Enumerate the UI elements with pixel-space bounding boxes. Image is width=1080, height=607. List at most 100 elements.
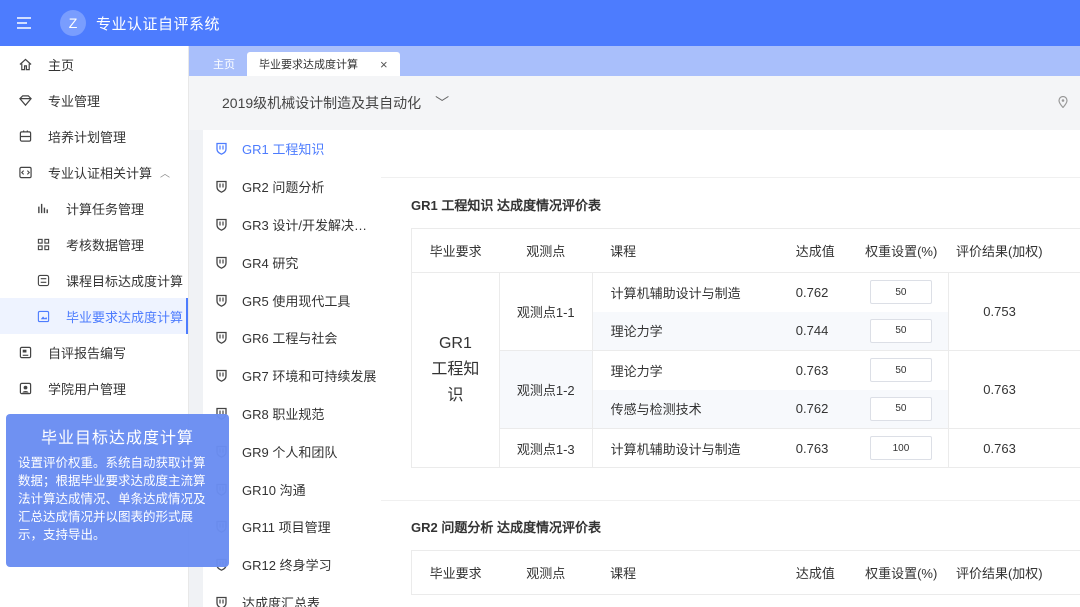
shield-icon bbox=[215, 331, 227, 345]
value-cell: 0.744 bbox=[771, 311, 854, 351]
top-strip bbox=[381, 130, 1080, 178]
weight-cell: 50 bbox=[853, 389, 949, 429]
evaluation-table-gr1: 毕业要求 观测点 课程 达成值 权重设置(%) 评价结果(加权) GR1 工程知… bbox=[411, 228, 1080, 468]
sidebar-item-course-goal-calc[interactable]: 课程目标达成度计算 bbox=[0, 262, 188, 298]
req-line: 工程知 bbox=[431, 361, 480, 378]
sidebar-item-self-report[interactable]: 自评报告编写 bbox=[0, 334, 188, 370]
table-row: GR1 工程知 识 观测点1-1 计算机辅助设计与制造 0.762 50 0.7… bbox=[411, 272, 1080, 468]
sidebar-item-college-users[interactable]: 学院用户管理 bbox=[0, 370, 188, 406]
gr-list-item[interactable]: GR7 环境和可持续发展 bbox=[203, 357, 381, 395]
weight-cell: 100 bbox=[853, 428, 949, 468]
gr-list-item-label: GR3 设计/开发解决… bbox=[242, 217, 367, 233]
bar-chart-icon bbox=[36, 201, 50, 215]
weight-input[interactable]: 50 bbox=[869, 396, 932, 421]
col-header-weight: 权重设置(%) bbox=[853, 228, 949, 273]
weight-input[interactable]: 50 bbox=[869, 358, 932, 383]
main-content: GR1 工程知识 达成度情况评价表 毕业要求 观测点 课程 达成值 权重设置(%… bbox=[381, 130, 1080, 607]
gr-list-item-label: GR11 项目管理 bbox=[242, 520, 331, 536]
result-cell: 0.753 bbox=[948, 272, 1080, 351]
value-cell: 0.762 bbox=[795, 284, 829, 300]
gr-list-item[interactable]: GR12 终身学习 bbox=[203, 546, 381, 584]
sidebar-item-label: 考核数据管理 bbox=[66, 237, 145, 253]
gr-list-item[interactable]: GR2 问题分析 bbox=[203, 168, 381, 206]
shield-icon bbox=[215, 255, 227, 269]
section-title: GR1 工程知识 达成度情况评价表 bbox=[411, 198, 601, 213]
sidebar-item-label: 培养计划管理 bbox=[48, 129, 127, 145]
gr-list-item[interactable]: GR9 个人和团队 bbox=[203, 432, 381, 470]
tab-bar: 主页 毕业要求达成度计算 × bbox=[189, 46, 1080, 76]
weight-input[interactable]: 100 bbox=[869, 436, 932, 460]
gr-list-item-label: GR4 研究 bbox=[242, 255, 299, 271]
gr-list-item-label: GR10 沟通 bbox=[242, 482, 306, 498]
shield-icon bbox=[215, 369, 227, 383]
sidebar-item-label: 课程目标达成度计算 bbox=[66, 273, 184, 289]
col-header-weight: 权重设置(%) bbox=[853, 550, 949, 595]
gr-list-item-label: GR6 工程与社会 bbox=[242, 331, 338, 347]
req-line: GR1 bbox=[438, 335, 472, 352]
weight-input[interactable]: 50 bbox=[869, 280, 932, 305]
weight-cell: 50 bbox=[854, 273, 949, 312]
gr-list-item[interactable]: GR11 项目管理 bbox=[203, 508, 381, 546]
gr-list-item[interactable]: GR6 工程与社会 bbox=[203, 319, 381, 357]
section-title: GR2 问题分析 达成度情况评价表 bbox=[411, 520, 601, 535]
col-header-value: 达成值 bbox=[771, 550, 854, 595]
gr-list-item[interactable]: GR10 沟通 bbox=[203, 470, 381, 508]
col-header-req: 毕业要求 bbox=[411, 550, 500, 595]
sidebar-item-training-plan[interactable]: 培养计划管理 bbox=[0, 118, 188, 154]
tab-home[interactable]: 主页 bbox=[201, 52, 247, 76]
course-cell: 传感与检测技术 bbox=[591, 389, 772, 429]
gr-list-item[interactable]: GR3 设计/开发解决… bbox=[203, 206, 381, 244]
col-header-course: 课程 bbox=[592, 228, 772, 273]
hamburger-icon bbox=[17, 17, 31, 29]
tab-graduation-req-calc[interactable]: 毕业要求达成度计算 × bbox=[247, 52, 400, 76]
menu-toggle-button[interactable] bbox=[0, 0, 48, 46]
sidebar-item-major-management[interactable]: 专业管理 bbox=[0, 82, 188, 118]
sidebar-item-graduation-req-calc[interactable]: 毕业要求达成度计算 bbox=[0, 298, 188, 334]
col-header-result: 评价结果(加权) bbox=[948, 550, 1080, 595]
major-select-value: 2019级机械设计制造及其自动化 bbox=[222, 95, 422, 111]
gr-list-item-label: GR5 使用现代工具 bbox=[242, 293, 351, 309]
sidebar-item-label: 专业认证相关计算 bbox=[48, 165, 153, 181]
gr-list-item[interactable]: GR1 工程知识 bbox=[203, 130, 381, 168]
value-cell: 0.763 bbox=[795, 362, 829, 378]
table-row: 观测点1-2 理论力学 0.763 50 0.763 bbox=[412, 350, 1080, 429]
major-select[interactable]: 2019级机械设计制造及其自动化 ﹀ bbox=[222, 93, 449, 113]
gr-list-item[interactable]: GR5 使用现代工具 bbox=[203, 281, 381, 319]
shield-icon bbox=[215, 142, 227, 156]
top-header: Z 专业认证自评系统 bbox=[0, 0, 1080, 46]
grid-icon bbox=[36, 237, 50, 251]
shield-icon bbox=[215, 293, 227, 307]
gr-list-item[interactable]: GR8 职业规范 bbox=[203, 395, 381, 433]
close-icon[interactable]: × bbox=[380, 57, 388, 72]
tooltip-body: 设置评价权重。系统自动获取计算数据；根据毕业要求达成度主流算法计算达成情况、单条… bbox=[18, 456, 206, 542]
gr-list-item[interactable]: GR4 研究 bbox=[203, 243, 381, 281]
app-logo: Z bbox=[60, 10, 86, 36]
table-row: 观测点1-3 计算机辅助设计与制造 0.763 100 0.763 bbox=[412, 428, 1080, 468]
gr-list-item[interactable]: 达成度汇总表 bbox=[203, 584, 381, 607]
graduation-requirement-list: GR1 工程知识 GR2 问题分析 GR3 设计/开发解决… GR4 研究 GR5 使用… bbox=[203, 130, 381, 607]
code-icon bbox=[18, 165, 32, 179]
image-icon bbox=[36, 309, 50, 323]
obs-cell: 观测点1-3 bbox=[498, 428, 593, 468]
major-selector-row: 2019级机械设计制造及其自动化 ﹀ bbox=[189, 76, 1080, 130]
gr-list-item-label: GR2 问题分析 bbox=[242, 180, 325, 196]
sidebar-item-label: 毕业要求达成度计算 bbox=[66, 309, 184, 325]
sidebar-item-certification-calc[interactable]: 专业认证相关计算 ︿ bbox=[0, 154, 188, 190]
gr-list-item-label: 达成度汇总表 bbox=[242, 595, 321, 607]
sidebar-item-label: 计算任务管理 bbox=[66, 201, 145, 217]
sidebar-item-home[interactable]: 主页 bbox=[0, 46, 188, 82]
chevron-up-icon: ︿ bbox=[160, 169, 170, 180]
value-cell: 0.763 bbox=[771, 428, 854, 468]
sidebar-item-task-management[interactable]: 计算任务管理 bbox=[0, 190, 188, 226]
home-icon bbox=[18, 57, 32, 71]
shield-icon bbox=[215, 180, 227, 194]
shield-icon bbox=[215, 595, 227, 607]
course-cell: 计算机辅助设计与制造 bbox=[591, 272, 772, 312]
app-title: 专业认证自评系统 bbox=[96, 15, 221, 33]
weight-input[interactable]: 50 bbox=[869, 318, 932, 343]
result-cell: 0.763 bbox=[948, 428, 1080, 468]
course-cell: 计算机辅助设计与制造 bbox=[591, 428, 772, 468]
sidebar-item-assessment-data[interactable]: 考核数据管理 bbox=[0, 226, 188, 262]
course-cell: 理论力学 bbox=[591, 311, 772, 351]
gr-list-item-label: GR9 个人和团队 bbox=[242, 444, 338, 460]
